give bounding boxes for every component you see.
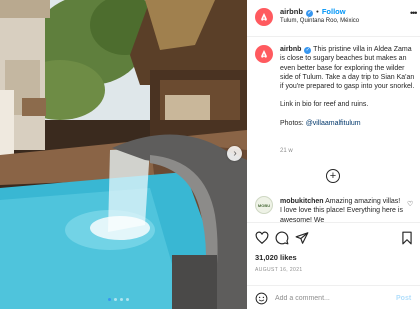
caption-paragraph: airbnb ✓ This pristine villa in Aldea Za…: [280, 45, 416, 91]
commenter-username[interactable]: mobukitchen: [280, 198, 324, 205]
chevron-right-icon: ›: [233, 147, 237, 159]
caption: airbnb ✓ This pristine villa in Aldea Za…: [280, 45, 416, 128]
commenter-avatar-text: MOBU: [257, 202, 271, 208]
airbnb-belo-icon: [261, 50, 267, 58]
caption-link-line: Link in bio for reef and ruins.: [280, 101, 369, 109]
carousel-dot: [126, 298, 129, 301]
likes-count[interactable]: 31,020 likes: [255, 253, 297, 262]
post-photo[interactable]: ›: [0, 0, 247, 309]
emoji-icon[interactable]: [255, 292, 268, 305]
photographer-tag-link[interactable]: @villaamalfitulum: [306, 120, 361, 127]
caption-photos-line: Photos: @villaamalfitulum: [280, 119, 416, 128]
villa-pool-image: [0, 0, 247, 309]
airbnb-belo-icon: [261, 13, 267, 21]
carousel-next-button[interactable]: ›: [227, 146, 242, 161]
caption-timestamp[interactable]: 21 w: [280, 148, 293, 154]
save-bookmark-icon[interactable]: [400, 231, 414, 245]
post-details-pane: airbnb ✓ • Follow Tulum, Quintana Roo, M…: [247, 0, 420, 309]
caption-avatar[interactable]: [255, 45, 273, 63]
verified-badge-icon: ✓: [306, 10, 314, 17]
post-date[interactable]: AUGUST 16, 2021: [255, 267, 303, 273]
add-comment-bar: Post: [247, 285, 420, 309]
header-separator: •: [316, 7, 319, 16]
load-more-comments-button[interactable]: +: [326, 169, 340, 183]
follow-button[interactable]: Follow: [322, 7, 346, 16]
carousel-dot: [120, 298, 123, 301]
location-link[interactable]: Tulum, Quintana Roo, México: [280, 18, 359, 24]
verified-badge-icon: ✓: [304, 47, 312, 54]
more-options-icon[interactable]: •••: [410, 8, 418, 18]
post-comment-button[interactable]: Post: [396, 295, 411, 302]
caption-photos-prefix: Photos:: [280, 119, 306, 127]
commenter-avatar[interactable]: MOBU: [255, 196, 273, 214]
like-heart-icon[interactable]: [255, 231, 269, 245]
carousel-indicator: [108, 298, 129, 301]
post-actions: 31,020 likes AUGUST 16, 2021 Post: [247, 222, 420, 309]
header-user-line: airbnb ✓ • Follow: [280, 7, 346, 17]
airbnb-logo-avatar[interactable]: [255, 8, 273, 26]
header-username[interactable]: airbnb: [280, 7, 303, 16]
comment-bubble-icon[interactable]: [275, 231, 289, 245]
carousel-dot: [114, 298, 117, 301]
caption-text: This pristine villa in Aldea Zama is clo…: [280, 46, 415, 91]
comments-area: airbnb ✓ This pristine villa in Aldea Za…: [247, 37, 420, 222]
share-paper-plane-icon[interactable]: [295, 231, 309, 245]
comment-like-heart-icon[interactable]: ♡: [407, 200, 413, 208]
add-comment-input[interactable]: [275, 292, 385, 305]
caption-username[interactable]: airbnb: [280, 46, 301, 53]
post-header: airbnb ✓ • Follow Tulum, Quintana Roo, M…: [247, 0, 420, 37]
plus-icon: +: [329, 169, 337, 182]
carousel-dot-active: [108, 298, 111, 301]
comment-item: mobukitchen Amazing amazing villas! I lo…: [280, 197, 404, 222]
